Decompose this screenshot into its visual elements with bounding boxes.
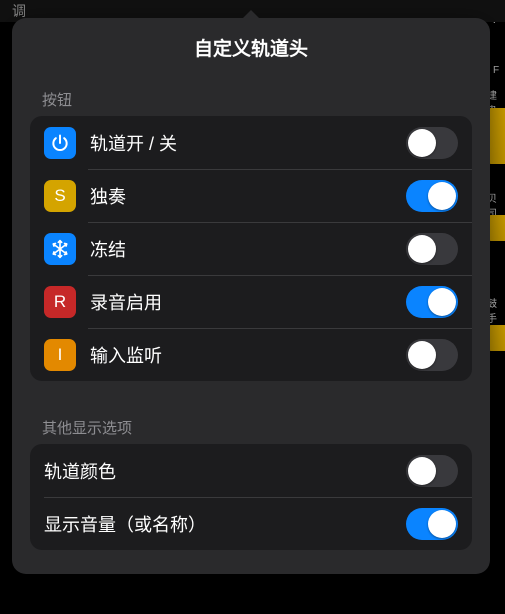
row-input-monitor: I 输入监听 — [30, 328, 472, 381]
row-record-enable: R 录音启用 — [30, 275, 472, 328]
toggle-freeze[interactable] — [406, 233, 458, 265]
panel-title: 自定义轨道头 — [12, 18, 490, 83]
row-label: 轨道颜色 — [44, 458, 406, 484]
row-label: 显示音量（或名称） — [44, 511, 406, 537]
toggle-track-on-off[interactable] — [406, 127, 458, 159]
input-icon: I — [44, 339, 76, 371]
snowflake-icon — [44, 233, 76, 265]
row-label: 录音启用 — [90, 289, 406, 315]
row-label: 独奏 — [90, 183, 406, 209]
toggle-input-monitor[interactable] — [406, 339, 458, 371]
group-buttons: 轨道开 / 关 S 独奏 冻结 R 录音启用 I 输入监听 — [30, 116, 472, 381]
row-show-volume: 显示音量（或名称） — [30, 497, 472, 550]
row-track-color: 轨道颜色 — [30, 444, 472, 497]
row-solo: S 独奏 — [30, 169, 472, 222]
row-freeze: 冻结 — [30, 222, 472, 275]
toggle-show-volume[interactable] — [406, 508, 458, 540]
row-label: 轨道开 / 关 — [90, 130, 406, 156]
customize-track-header-panel: 自定义轨道头 按钮 轨道开 / 关 S 独奏 冻结 — [12, 18, 490, 574]
group-other: 轨道颜色 显示音量（或名称） — [30, 444, 472, 550]
solo-icon: S — [44, 180, 76, 212]
power-icon — [44, 127, 76, 159]
row-track-on-off: 轨道开 / 关 — [30, 116, 472, 169]
section-label-other: 其他显示选项 — [12, 411, 490, 444]
toggle-record-enable[interactable] — [406, 286, 458, 318]
row-label: 输入监听 — [90, 342, 406, 368]
record-icon: R — [44, 286, 76, 318]
toggle-solo[interactable] — [406, 180, 458, 212]
section-label-buttons: 按钮 — [12, 83, 490, 116]
row-label: 冻结 — [90, 236, 406, 262]
toggle-track-color[interactable] — [406, 455, 458, 487]
